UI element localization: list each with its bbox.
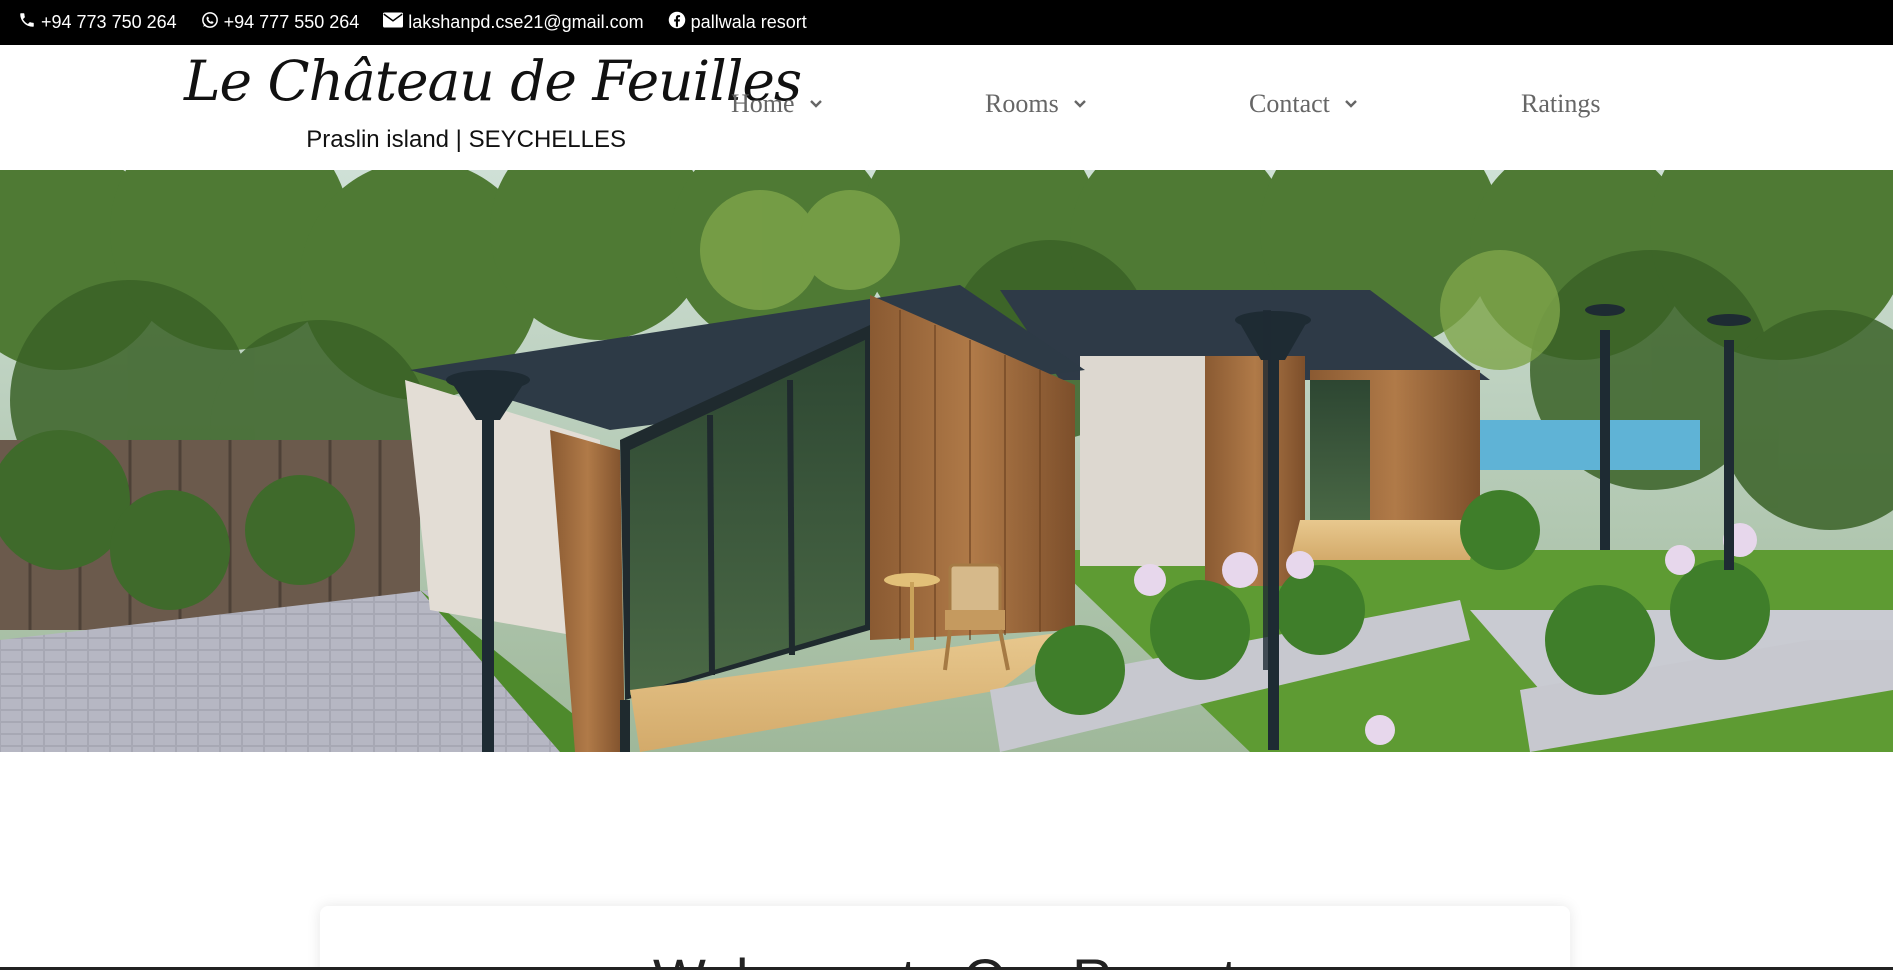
nav-ratings[interactable]: Ratings bbox=[1521, 89, 1600, 119]
chevron-down-icon bbox=[1073, 99, 1087, 109]
email-contact[interactable]: lakshanpd.cse21@gmail.com bbox=[383, 12, 644, 33]
whatsapp-number: +94 777 550 264 bbox=[223, 12, 360, 32]
nav-contact[interactable]: Contact bbox=[1249, 89, 1358, 119]
chevron-down-icon bbox=[1344, 99, 1358, 109]
whatsapp-icon bbox=[201, 11, 224, 34]
chevron-down-icon bbox=[809, 99, 823, 109]
logo-title: Le Château de Feuilles bbox=[184, 49, 802, 113]
logo-subtitle: Praslin island | SEYCHELLES bbox=[306, 126, 626, 153]
envelope-icon bbox=[383, 12, 408, 33]
nav-home-label: Home bbox=[731, 89, 795, 118]
site-logo[interactable]: Le Château de Feuilles Praslin island | … bbox=[184, 49, 802, 165]
phone-contact[interactable]: +94 773 750 264 bbox=[18, 11, 177, 34]
nav-rooms-label: Rooms bbox=[985, 89, 1059, 118]
nav-ratings-label: Ratings bbox=[1521, 89, 1601, 118]
facebook-page: pallwala resort bbox=[690, 12, 807, 32]
facebook-icon bbox=[668, 11, 691, 34]
nav-rooms[interactable]: Rooms bbox=[985, 89, 1087, 119]
site-header: Le Château de Feuilles Praslin island | … bbox=[0, 45, 1893, 170]
welcome-card: Welcome to Our Resort bbox=[320, 906, 1570, 970]
whatsapp-contact[interactable]: +94 777 550 264 bbox=[201, 11, 360, 34]
hero-image bbox=[0, 170, 1893, 752]
facebook-contact[interactable]: pallwala resort bbox=[668, 11, 807, 34]
email-address: lakshanpd.cse21@gmail.com bbox=[408, 12, 644, 32]
contact-bar: +94 773 750 264 +94 777 550 264 lakshanp… bbox=[0, 0, 1893, 45]
phone-icon bbox=[18, 11, 41, 34]
nav-contact-label: Contact bbox=[1249, 89, 1330, 118]
phone-number: +94 773 750 264 bbox=[41, 12, 177, 32]
nav-home[interactable]: Home bbox=[731, 89, 823, 119]
